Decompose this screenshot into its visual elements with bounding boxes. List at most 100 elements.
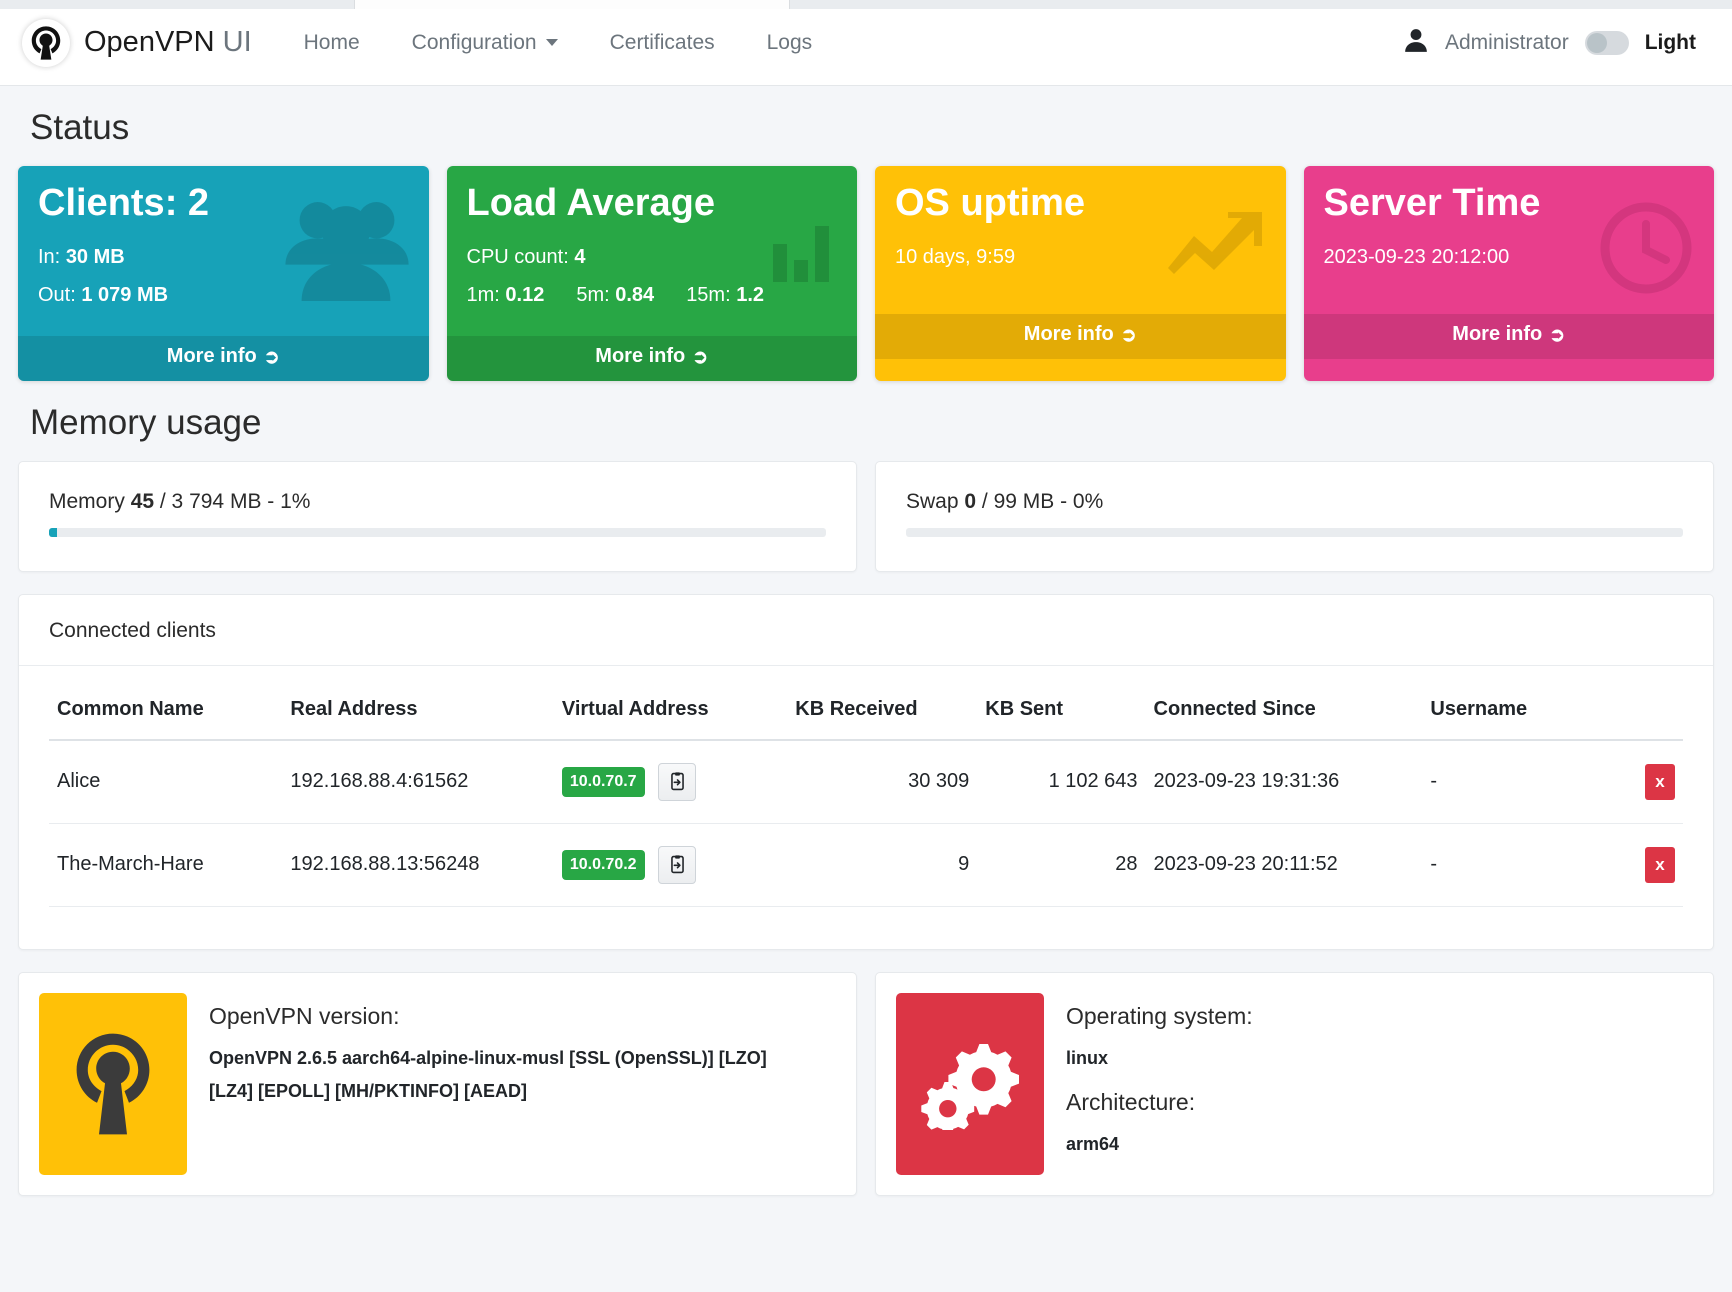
architecture-heading: Architecture: — [1066, 1089, 1253, 1116]
brand[interactable]: OpenVPN UI — [22, 19, 252, 67]
status-card-os-uptime: OS uptime 10 days, 9:59 More info➲ — [875, 166, 1286, 381]
connected-clients-table: Common Name Real Address Virtual Address… — [49, 688, 1683, 907]
openvpn-version-body: OpenVPN version: OpenVPN 2.6.5 aarch64-a… — [209, 993, 769, 1176]
status-card-os-uptime-body: OS uptime 10 days, 9:59 — [875, 166, 1286, 314]
memory-ram-progress-fill — [49, 528, 57, 537]
status-card-clients-more-info[interactable]: More info➲ — [18, 336, 429, 381]
cell-real-address: 192.168.88.13:56248 — [282, 823, 553, 906]
footer-info-panels: OpenVPN version: OpenVPN 2.6.5 aarch64-a… — [18, 972, 1714, 1197]
col-kb-received: KB Received — [787, 688, 977, 740]
col-kb-sent: KB Sent — [977, 688, 1145, 740]
openvpn-version-value: OpenVPN 2.6.5 aarch64-alpine-linux-musl … — [209, 1042, 769, 1109]
status-card-load-values: 1m: 0.12 5m: 0.84 15m: 1.2 — [467, 276, 838, 314]
app-root: OpenVPN UI Home Configuration Certificat… — [0, 0, 1732, 1292]
nav-item-certificates[interactable]: Certificates — [584, 21, 741, 65]
cell-kb-sent: 28 — [977, 823, 1145, 906]
status-card-cpu-count: CPU count: 4 — [467, 238, 838, 276]
status-card-clients-body: Clients: 2 In: 30 MB Out: 1 079 MB — [18, 166, 429, 336]
status-card-server-time-more-info[interactable]: More info➲ — [1304, 314, 1715, 359]
status-card-load-average-body: Load Average CPU count: 4 1m: 0.12 5m: 0… — [447, 166, 858, 336]
cell-username: - — [1422, 740, 1607, 824]
openvpn-version-panel: OpenVPN version: OpenVPN 2.6.5 aarch64-a… — [18, 972, 857, 1197]
col-common-name: Common Name — [49, 688, 282, 740]
col-real-address: Real Address — [282, 688, 553, 740]
connected-clients-table-wrap: Common Name Real Address Virtual Address… — [19, 666, 1713, 949]
gears-icon — [896, 993, 1044, 1176]
operating-system-value: linux — [1066, 1042, 1253, 1075]
nav-item-configuration-label: Configuration — [412, 31, 537, 55]
col-username: Username — [1422, 688, 1607, 740]
virtual-address-badge: 10.0.70.2 — [562, 850, 645, 880]
status-card-server-time-body: Server Time 2023-09-23 20:12:00 — [1304, 166, 1715, 314]
cell-real-address: 192.168.88.4:61562 — [282, 740, 553, 824]
memory-panels: Memory 45 / 3 794 MB - 1% Swap 0 / 99 MB… — [18, 461, 1714, 572]
memory-heading: Memory usage — [30, 403, 1714, 443]
status-card-os-uptime-value: 10 days, 9:59 — [895, 238, 1266, 276]
user-name-label: Administrator — [1445, 31, 1569, 55]
virtual-address-badge: 10.0.70.7 — [562, 767, 645, 797]
top-navbar: OpenVPN UI Home Configuration Certificat… — [0, 0, 1732, 86]
architecture-value: arm64 — [1066, 1128, 1253, 1161]
nav-links: Home Configuration Certificates Logs — [278, 21, 839, 65]
memory-panel-swap: Swap 0 / 99 MB - 0% — [875, 461, 1714, 572]
nav-right-cluster: Administrator Light — [1403, 25, 1710, 60]
nav-item-home-label: Home — [304, 31, 360, 55]
openvpn-logo-icon — [39, 993, 187, 1176]
brand-title: OpenVPN UI — [84, 26, 252, 59]
status-cards: Clients: 2 In: 30 MB Out: 1 079 MB More … — [18, 166, 1714, 381]
cell-connected-since: 2023-09-23 20:11:52 — [1146, 823, 1423, 906]
cell-common-name: The-March-Hare — [49, 823, 282, 906]
main-content: Status Clients: 2 — [0, 108, 1732, 1196]
status-card-os-uptime-more-info[interactable]: More info➲ — [875, 314, 1286, 359]
connected-clients-card: Connected clients Common Name Real Addre… — [18, 594, 1714, 950]
status-card-load-average: Load Average CPU count: 4 1m: 0.12 5m: 0… — [447, 166, 858, 381]
copy-icon[interactable] — [658, 846, 696, 884]
cell-common-name: Alice — [49, 740, 282, 824]
memory-swap-label: Swap 0 / 99 MB - 0% — [906, 490, 1683, 514]
arrow-circle-right-icon: ➲ — [692, 347, 708, 368]
connected-clients-heading: Connected clients — [19, 595, 1713, 666]
table-row: The-March-Hare 192.168.88.13:56248 10.0.… — [49, 823, 1683, 906]
col-actions — [1607, 688, 1683, 740]
user-icon — [1403, 25, 1429, 60]
nav-item-logs[interactable]: Logs — [741, 21, 839, 65]
disconnect-client-button[interactable]: x — [1645, 764, 1675, 800]
load-15m: 15m: 1.2 — [686, 276, 764, 314]
nav-item-home[interactable]: Home — [278, 21, 386, 65]
memory-ram-label: Memory 45 / 3 794 MB - 1% — [49, 490, 826, 514]
cell-connected-since: 2023-09-23 19:31:36 — [1146, 740, 1423, 824]
arrow-circle-right-icon: ➲ — [1121, 325, 1137, 346]
theme-label: Light — [1645, 31, 1696, 55]
cell-username: - — [1422, 823, 1607, 906]
load-5m: 5m: 0.84 — [576, 276, 654, 314]
col-connected-since: Connected Since — [1146, 688, 1423, 740]
status-card-server-time-title: Server Time — [1324, 184, 1695, 224]
status-card-load-average-more-info[interactable]: More info➲ — [447, 336, 858, 381]
copy-icon[interactable] — [658, 763, 696, 801]
nav-item-configuration[interactable]: Configuration — [386, 21, 584, 65]
chevron-down-icon — [546, 39, 558, 46]
cell-virtual-address: 10.0.70.7 — [554, 740, 787, 824]
cell-kb-received: 30 309 — [787, 740, 977, 824]
openvpn-version-heading: OpenVPN version: — [209, 1003, 769, 1030]
cell-actions: x — [1607, 740, 1683, 824]
browser-tab-strip — [354, 0, 790, 9]
status-card-clients-in: In: 30 MB — [38, 238, 409, 276]
openvpn-logo-icon — [22, 19, 70, 67]
theme-toggle[interactable] — [1585, 31, 1629, 55]
status-card-os-uptime-title: OS uptime — [895, 184, 1266, 224]
table-header-row: Common Name Real Address Virtual Address… — [49, 688, 1683, 740]
status-card-clients-out: Out: 1 079 MB — [38, 276, 409, 314]
col-virtual-address: Virtual Address — [554, 688, 787, 740]
disconnect-client-button[interactable]: x — [1645, 847, 1675, 883]
status-card-clients-title: Clients: 2 — [38, 184, 409, 224]
status-card-server-time-value: 2023-09-23 20:12:00 — [1324, 238, 1695, 276]
browser-chrome-strip — [0, 0, 1732, 9]
status-card-load-average-title: Load Average — [467, 184, 838, 224]
operating-system-body: Operating system: linux Architecture: ar… — [1066, 993, 1253, 1176]
table-row: Alice 192.168.88.4:61562 10.0.70.7 — [49, 740, 1683, 824]
memory-ram-progress — [49, 528, 826, 537]
operating-system-heading: Operating system: — [1066, 1003, 1253, 1030]
cell-kb-sent: 1 102 643 — [977, 740, 1145, 824]
status-heading: Status — [30, 108, 1714, 148]
